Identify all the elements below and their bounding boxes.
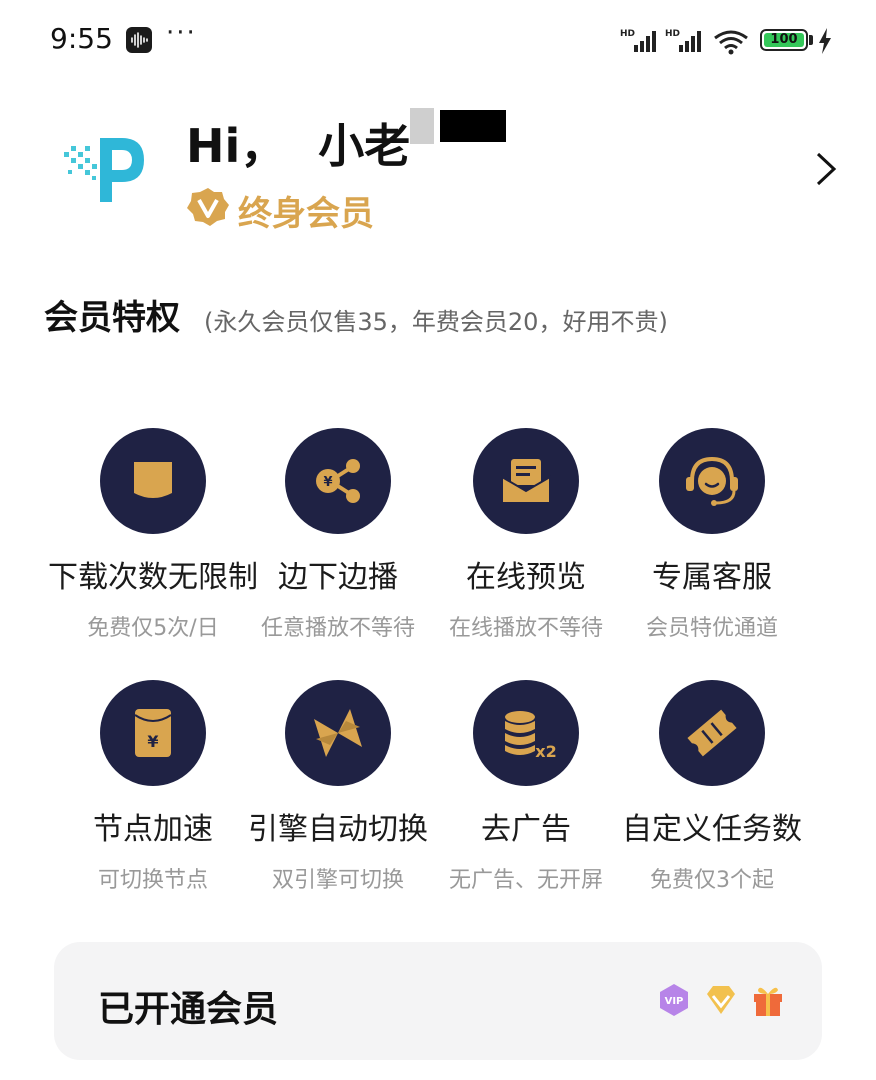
membership-status-title: 已开通会员 [98,989,279,1030]
user-greeting: Hi， 小老 [186,119,411,173]
svg-text:x2: x2 [535,742,556,761]
gift-icon [754,987,782,1016]
benefit-icon-circle: ¥ [285,428,391,534]
benefit-icon-circle [473,428,579,534]
status-bar: 9:55 ··· HD HD 100 [0,0,876,80]
benefit-desc: 任意播放不等待 [260,616,415,641]
benefit-icon-circle: x2 [473,680,579,786]
red-envelope-icon: ¥ [134,709,172,757]
benefit-title: 自定义任务数 [622,812,802,847]
benefit-title: 边下边播 [278,560,398,595]
vip-icon: VIP [659,984,688,1016]
share-yen-icon: ¥ [316,459,360,503]
more-notifications-icon: ··· [166,18,197,48]
chevron-right-icon[interactable] [812,150,840,188]
benefit-title: 引擎自动切换 [248,812,428,847]
battery-icon: 100 [760,29,808,51]
app-logo-icon [64,138,144,202]
svg-text:¥: ¥ [323,475,332,490]
headset-icon [686,456,738,506]
membership-card[interactable]: 已开通会员 VIP [54,942,822,1060]
battery-tip [809,35,813,45]
battery-level: 100 [764,33,804,47]
svg-text:¥: ¥ [147,732,158,751]
membership-icons: VIP [650,982,786,1018]
diamond-icon [706,986,735,1014]
mail-open-icon [501,459,551,504]
ticket-icon [687,709,737,757]
v-badge-icon [187,188,229,226]
benefit-title: 专属客服 [652,560,772,595]
benefit-engine-switch[interactable]: 引擎自动切换 双引擎可切换 [228,680,448,894]
redaction-mark [440,110,506,142]
svg-text:HD: HD [665,29,680,39]
coin-stack-icon: x2 [505,711,556,761]
svg-text:HD: HD [620,29,635,39]
signal-hd-icon: HD [665,29,701,52]
privileges-note: (永久会员仅售35，年费会员20，好用不贵) [204,308,668,336]
benefit-custom-tasks[interactable]: 自定义任务数 免费仅3个起 [602,680,822,894]
wifi-icon [714,30,748,55]
benefit-icon-circle [100,428,206,534]
benefit-desc: 双引擎可切换 [271,868,404,893]
benefit-icon-circle [659,680,765,786]
benefit-desc: 会员特优通道 [645,616,778,641]
switch-icon [314,709,362,757]
benefit-icon-circle [659,428,765,534]
redaction-mark [410,108,434,144]
benefit-icon-circle [285,680,391,786]
soundwave-app-icon [126,27,152,53]
svg-text:VIP: VIP [664,996,683,1007]
signal-hd-icon: HD [620,29,656,52]
benefit-icon-circle: ¥ [100,680,206,786]
benefit-stream-while-download[interactable]: ¥ 边下边播 任意播放不等待 [228,428,448,642]
member-type-label: 终身会员 [238,194,374,234]
pocket-icon [134,462,172,498]
charging-icon [819,28,831,54]
status-time: 9:55 [50,22,113,55]
benefit-customer-service[interactable]: 专属客服 会员特优通道 [602,428,822,642]
benefit-desc: 免费仅3个起 [650,868,774,893]
privileges-title: 会员特权 [44,298,180,338]
